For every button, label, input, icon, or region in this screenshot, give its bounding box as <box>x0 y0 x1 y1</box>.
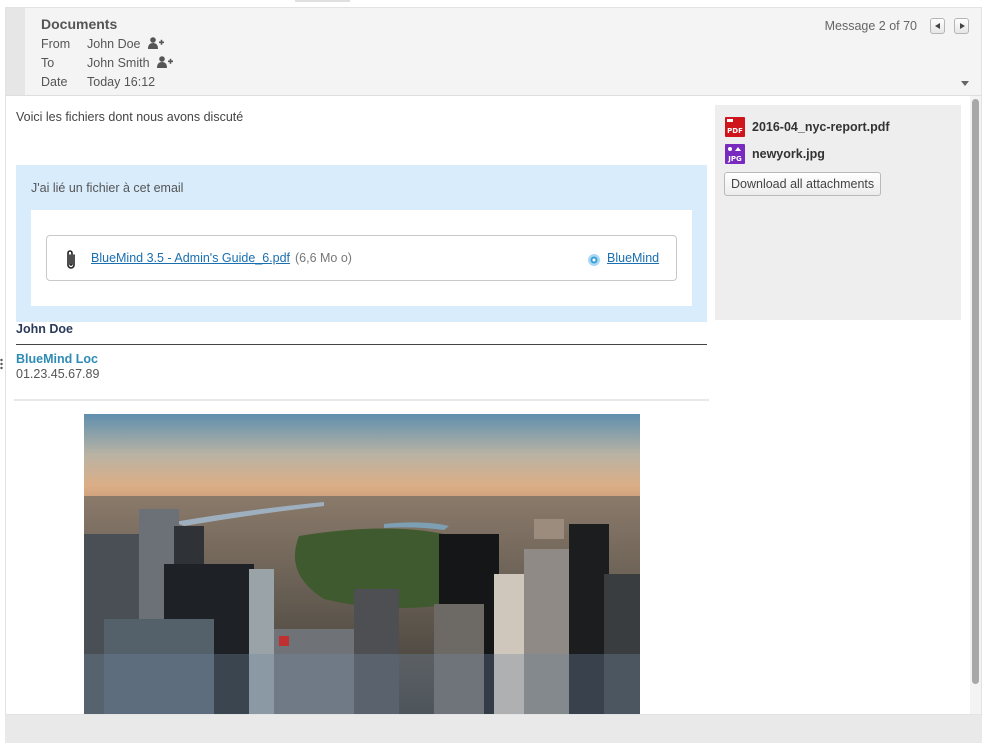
linked-file-link[interactable]: BlueMind 3.5 - Admin's Guide_6.pdf <box>91 251 290 265</box>
content-divider <box>14 399 709 401</box>
bottom-bar <box>5 715 982 743</box>
signature-name: John Doe <box>16 322 73 336</box>
download-all-button[interactable]: Download all attachments <box>724 172 882 196</box>
message-view: Documents From John Doe To John Smith Date… <box>5 7 982 715</box>
previous-message-button[interactable] <box>930 18 945 34</box>
message-header: Documents From John Doe To John Smith Date… <box>6 8 981 96</box>
paperclip-icon <box>65 249 77 274</box>
linked-attachment-intro: J'ai lié un fichier à cet email <box>31 181 184 195</box>
message-body-text: Voici les fichiers dont nous avons discu… <box>16 110 244 124</box>
svg-text:PDF: PDF <box>727 127 743 135</box>
attachments-panel: PDF 2016-04_nyc-report.pdf JPG newyork.j… <box>715 105 961 320</box>
attachment-name[interactable]: 2016-04_nyc-report.pdf <box>752 116 890 138</box>
header-left-strip <box>6 8 25 95</box>
from-label: From <box>41 37 71 51</box>
next-arrow-icon <box>960 23 965 29</box>
message-subject: Documents <box>41 16 118 32</box>
bluemind-logo-icon <box>587 253 601 270</box>
attachment-name[interactable]: newyork.jpg <box>752 143 825 165</box>
from-row: From John Doe <box>41 35 164 53</box>
vertical-scrollbar[interactable] <box>970 96 981 714</box>
to-row: To John Smith <box>41 54 174 73</box>
linked-file-row: BlueMind 3.5 - Admin's Guide_6.pdf (6,6 … <box>46 235 677 281</box>
collapse-chevron-icon[interactable] <box>961 81 969 86</box>
person-add-icon[interactable] <box>157 55 174 73</box>
signature-company: BlueMind Loc <box>16 352 98 366</box>
next-message-button[interactable] <box>954 18 969 34</box>
person-add-icon[interactable] <box>148 36 164 54</box>
signature-phone: 01.23.45.67.89 <box>16 367 100 381</box>
linked-file-size: (6,6 Mo o) <box>295 251 352 265</box>
inline-city-photo <box>84 414 640 714</box>
date-value: Today 16:12 <box>87 75 156 89</box>
pdf-file-icon: PDF <box>724 116 746 145</box>
scrollbar-thumb[interactable] <box>972 99 979 684</box>
jpg-file-icon: JPG <box>724 143 746 172</box>
bluemind-link[interactable]: BlueMind <box>607 251 659 265</box>
top-edge-line <box>295 0 350 2</box>
previous-arrow-icon <box>935 23 940 29</box>
from-value[interactable]: John Doe <box>87 35 141 53</box>
signature-divider <box>16 344 707 345</box>
date-label: Date <box>41 75 68 89</box>
date-row: Date Today 16:12 <box>41 73 155 91</box>
linked-attachment-inner: BlueMind 3.5 - Admin's Guide_6.pdf (6,6 … <box>31 210 692 306</box>
linked-attachment-box: J'ai lié un fichier à cet email BlueMind… <box>16 165 707 322</box>
svg-text:JPG: JPG <box>727 155 742 163</box>
to-value[interactable]: John Smith <box>87 54 150 72</box>
message-counter: Message 2 of 70 <box>824 19 917 33</box>
resize-handle-icon[interactable] <box>0 358 3 370</box>
to-label: To <box>41 56 55 70</box>
